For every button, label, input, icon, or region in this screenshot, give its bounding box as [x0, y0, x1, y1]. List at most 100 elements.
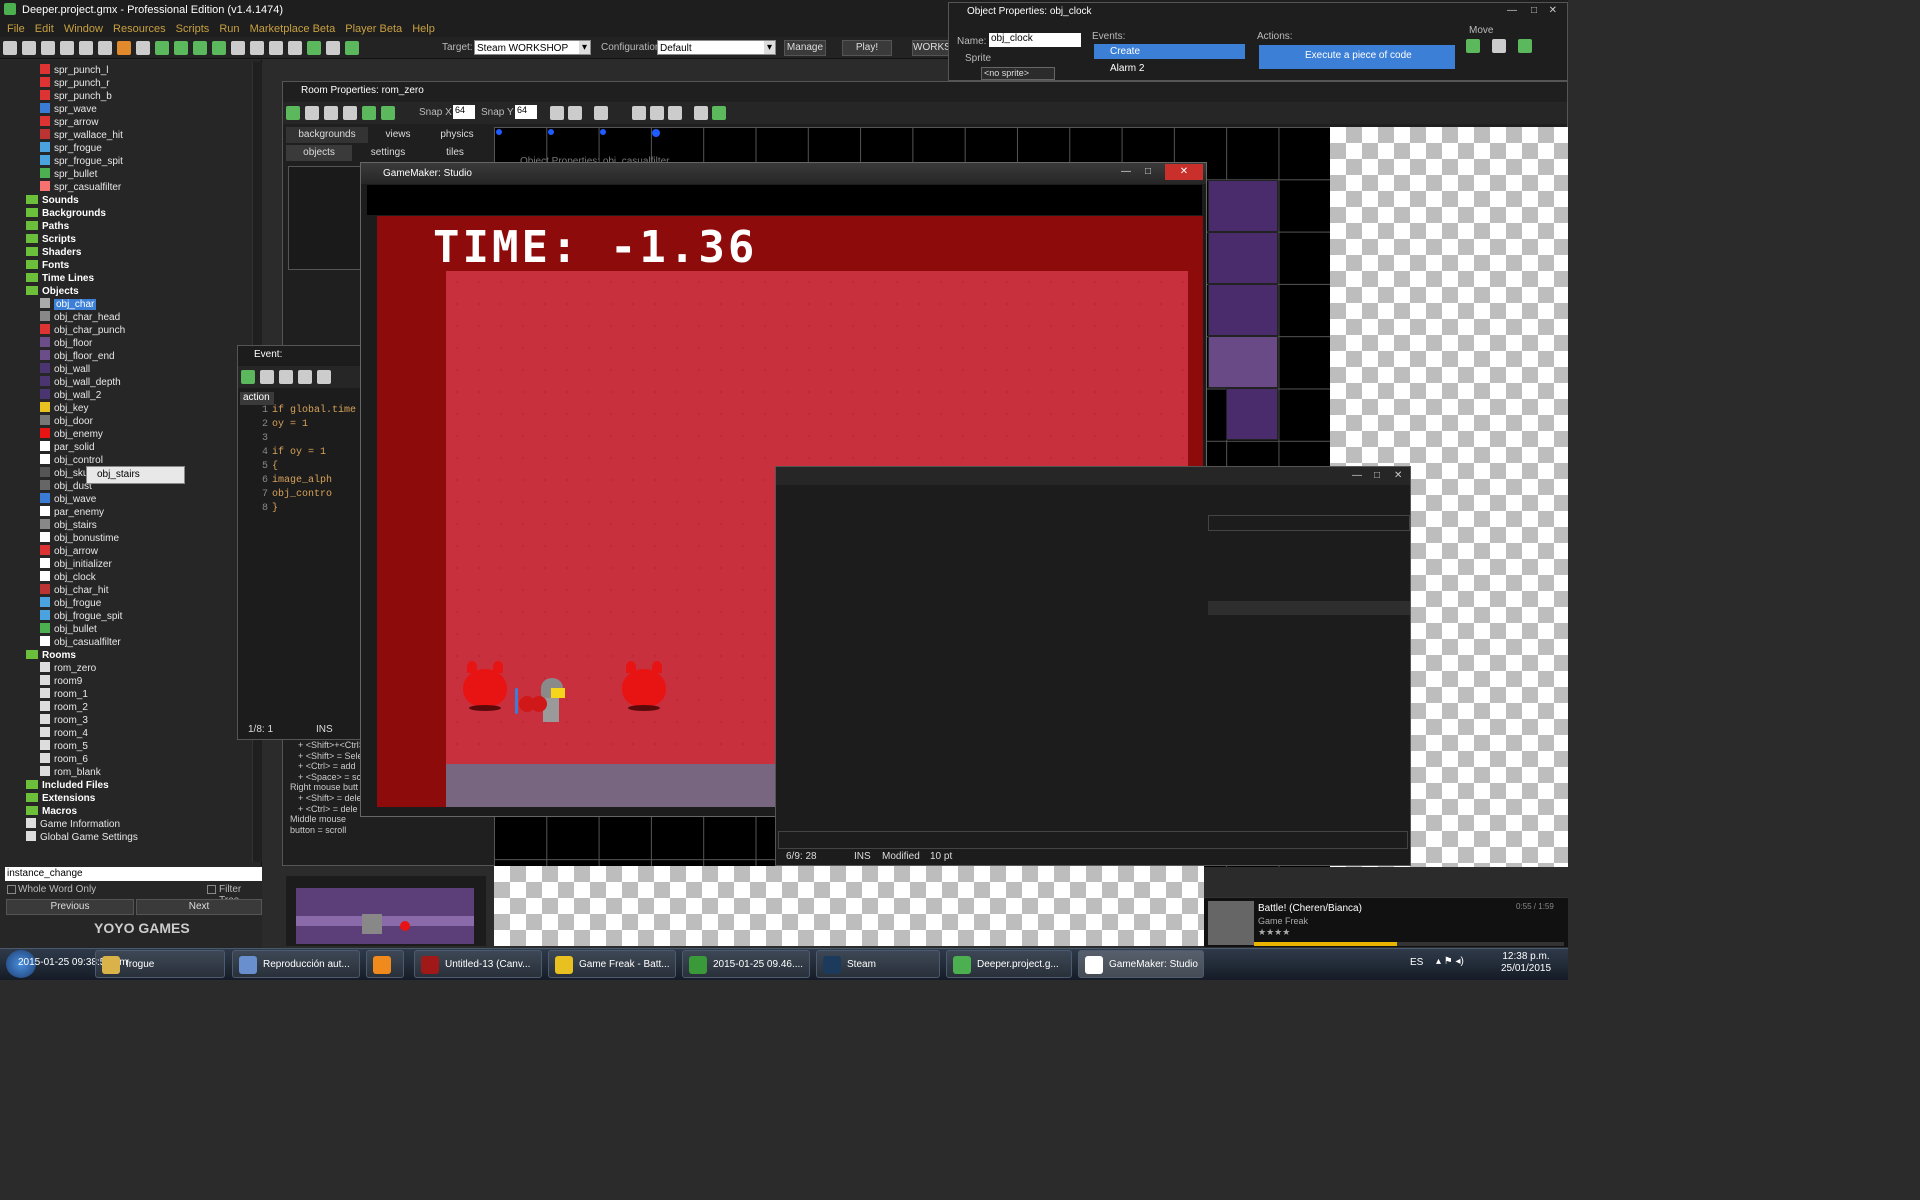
- code-minimize-icon[interactable]: —: [1352, 470, 1362, 481]
- open-icon[interactable]: [22, 41, 36, 55]
- tree-sprite-item[interactable]: spr_punch_r: [40, 77, 110, 90]
- room-instance-marker-selected[interactable]: [652, 129, 660, 137]
- task-chrome[interactable]: 2015-01-25 09.46....: [682, 950, 810, 978]
- tree-object-item[interactable]: obj_floor_end: [40, 350, 115, 363]
- list-icon[interactable]: [694, 106, 708, 120]
- event-create[interactable]: Create: [1094, 44, 1245, 59]
- tree-room-item[interactable]: room_1: [40, 688, 88, 701]
- tree-object-item[interactable]: obj_wall_2: [40, 389, 101, 402]
- zoom-reset-icon[interactable]: [668, 106, 682, 120]
- tree-room-item[interactable]: room9: [40, 675, 82, 688]
- tree-object-item[interactable]: obj_char_hit: [40, 584, 108, 597]
- move-fixed-icon[interactable]: [1466, 39, 1480, 53]
- room-ok-icon[interactable]: [286, 106, 300, 120]
- code-editor[interactable]: 1 if global.time 2 oy = 1 3 4 if oy = 15 {6 i…: [262, 405, 363, 705]
- menu-help[interactable]: Help: [412, 23, 435, 35]
- tree-object-item[interactable]: obj_wall_depth: [40, 376, 121, 389]
- zoom-out-icon[interactable]: [650, 106, 664, 120]
- tree-room-item[interactable]: room_4: [40, 727, 88, 740]
- search-input[interactable]: instance_change: [5, 867, 262, 881]
- tree-object-item[interactable]: par_solid: [40, 441, 95, 454]
- tree-object-item[interactable]: obj_char_head: [40, 311, 120, 324]
- manage-button[interactable]: Manage: [784, 40, 826, 56]
- tree-sprite-item[interactable]: spr_bullet: [40, 168, 97, 181]
- move-free-icon[interactable]: [1492, 39, 1506, 53]
- add-background-icon[interactable]: [193, 41, 207, 55]
- tree-object-item[interactable]: obj_stairs: [40, 519, 97, 532]
- tree-object-item[interactable]: obj_casualfilter: [40, 636, 121, 649]
- menu-resources[interactable]: Resources: [113, 23, 166, 35]
- event-open-icon[interactable]: [260, 370, 274, 384]
- isometric-icon[interactable]: [568, 106, 582, 120]
- config-select[interactable]: Default: [657, 40, 776, 55]
- tree-object-item[interactable]: obj_frogue_spit: [40, 610, 122, 623]
- tree-object-item[interactable]: obj_bonustime: [40, 532, 119, 545]
- menu-run[interactable]: Run: [219, 23, 239, 35]
- tree-object-item[interactable]: obj_key: [40, 402, 88, 415]
- task-player-icon[interactable]: [366, 950, 404, 978]
- add-script-icon[interactable]: [231, 41, 245, 55]
- menu-file[interactable]: File: [7, 23, 25, 35]
- tree-object-item[interactable]: obj_door: [40, 415, 93, 428]
- tree-folder-scripts[interactable]: Scripts: [26, 233, 76, 246]
- stop-icon[interactable]: [117, 41, 131, 55]
- tree-object-item[interactable]: obj_enemy: [40, 428, 103, 441]
- tree-object-item[interactable]: obj_floor: [40, 337, 92, 350]
- tree-folder-objects[interactable]: Objects: [26, 285, 79, 298]
- move-towards-icon[interactable]: [1518, 39, 1532, 53]
- event-alarm-2[interactable]: Alarm 2: [1094, 61, 1245, 76]
- clean-icon[interactable]: [136, 41, 150, 55]
- menu-window[interactable]: Window: [64, 23, 103, 35]
- tree-object-item[interactable]: obj_arrow: [40, 545, 98, 558]
- tree-room-item[interactable]: room_6: [40, 753, 88, 766]
- snap-y-input[interactable]: 64: [515, 105, 537, 119]
- tree-folder-paths[interactable]: Paths: [26, 220, 69, 233]
- tree-object-item[interactable]: obj_bullet: [40, 623, 97, 636]
- tree-item-included-files[interactable]: Included Files: [26, 779, 109, 792]
- tree-folder-fonts[interactable]: Fonts: [26, 259, 69, 272]
- game-close-icon[interactable]: ✕: [1165, 164, 1203, 180]
- tree-object-item[interactable]: obj_frogue: [40, 597, 101, 610]
- tree-item-game-information[interactable]: Game Information: [26, 818, 120, 831]
- tree-room-item[interactable]: rom_blank: [40, 766, 101, 779]
- tree-folder-backgrounds[interactable]: Backgrounds: [26, 207, 106, 220]
- add-sprite-icon[interactable]: [155, 41, 169, 55]
- tree-object-item[interactable]: obj_char_punch: [40, 324, 125, 337]
- tree-sprite-item[interactable]: spr_frogue_spit: [40, 155, 123, 168]
- language-indicator[interactable]: ES: [1410, 957, 1423, 968]
- tree-room-item[interactable]: room_2: [40, 701, 88, 714]
- tree-object-item[interactable]: obj_wall: [40, 363, 90, 376]
- room-shift-icon[interactable]: [343, 106, 357, 120]
- debug-icon[interactable]: [98, 41, 112, 55]
- tree-object-item[interactable]: obj_initializer: [40, 558, 112, 571]
- game-maximize-icon[interactable]: □: [1145, 166, 1165, 177]
- rating-stars[interactable]: ★★★★: [1258, 927, 1290, 938]
- tree-item-global-game-settings[interactable]: Global Game Settings: [26, 831, 138, 844]
- zoom-in-icon[interactable]: [632, 106, 646, 120]
- tree-room-item[interactable]: room_3: [40, 714, 88, 727]
- tree-room-item[interactable]: rom_zero: [40, 662, 96, 675]
- run-icon[interactable]: [79, 41, 93, 55]
- code-close-icon[interactable]: ✕: [1394, 470, 1402, 481]
- menu-player[interactable]: Player Beta: [345, 23, 402, 35]
- tree-item-extensions[interactable]: Extensions: [26, 792, 95, 805]
- tree-object-item[interactable]: obj_clock: [40, 571, 96, 584]
- add-shader-icon[interactable]: [250, 41, 264, 55]
- tab-settings[interactable]: settings: [356, 145, 420, 161]
- tree-room-item[interactable]: room_5: [40, 740, 88, 753]
- workshop-button[interactable]: WORKS: [912, 40, 951, 56]
- add-room-icon[interactable]: [326, 41, 340, 55]
- task-music[interactable]: Game Freak - Batt...: [548, 950, 676, 978]
- zoom-icon[interactable]: [594, 106, 608, 120]
- room-undo-icon[interactable]: [305, 106, 319, 120]
- tree-object-item[interactable]: obj_skull: [40, 467, 93, 480]
- room-instance-marker[interactable]: [496, 129, 502, 135]
- task-gm-studio[interactable]: GameMaker: Studio: [1078, 950, 1204, 978]
- minimize-icon[interactable]: —: [1507, 5, 1517, 16]
- tree-sprite-item[interactable]: spr_frogue: [40, 142, 102, 155]
- task-media-player[interactable]: Reproducción aut...: [232, 950, 360, 978]
- add-sound-icon[interactable]: [174, 41, 188, 55]
- tree-item-macros[interactable]: Macros: [26, 805, 77, 818]
- tree-folder-time-lines[interactable]: Time Lines: [26, 272, 94, 285]
- tab-objects[interactable]: objects: [286, 145, 352, 161]
